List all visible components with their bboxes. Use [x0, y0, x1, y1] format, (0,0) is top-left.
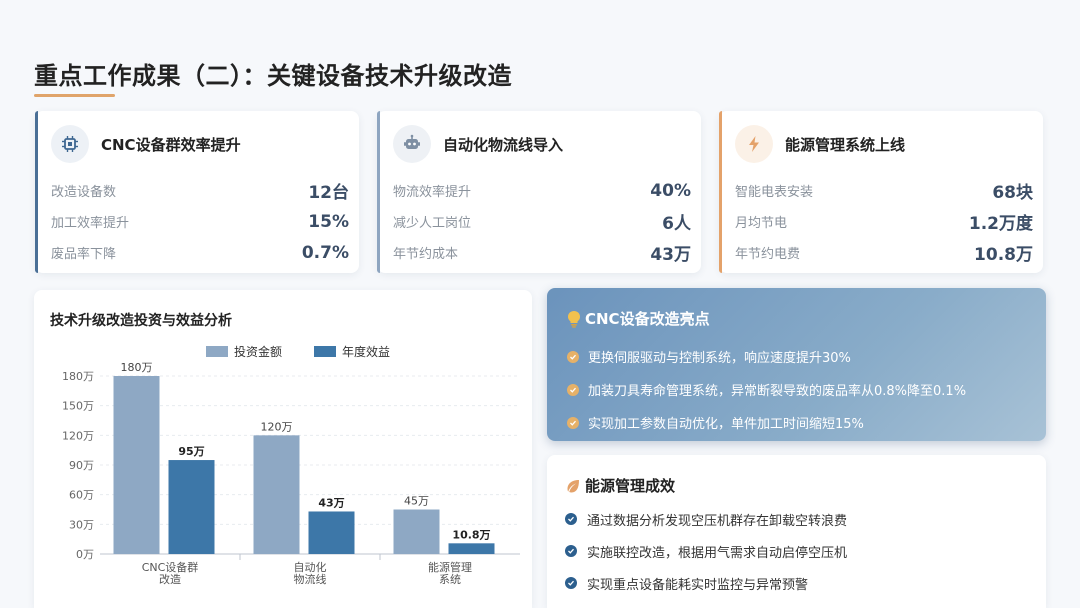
y-tick-label: 0万	[76, 548, 94, 561]
chart-card: 技术升级改造投资与效益分析 投资金额 年度效益 0万 30万 60万 90万 120万 150…	[34, 290, 532, 608]
robot-icon	[393, 125, 431, 163]
kpi-row: 废品率下降 0.7%	[51, 237, 349, 268]
kpi-label: 改造设备数	[51, 185, 117, 200]
legend-label: 年度效益	[342, 344, 390, 359]
list-item-text: 实现重点设备能耗实时监控与异常预警	[587, 577, 809, 593]
x-tick-label: 物流线	[294, 572, 327, 586]
list-item-text: 更换伺服驱动与控制系统，响应速度提升30%	[588, 351, 851, 366]
check-icon	[567, 416, 579, 429]
data-label: 180万	[121, 361, 153, 374]
bar	[168, 460, 215, 554]
bar	[253, 435, 300, 554]
list-item: 通过数据分析发现空压机群存在卸载空转浪费	[565, 503, 847, 535]
kpi-label: 物流效率提升	[393, 185, 472, 200]
legend-swatch	[314, 346, 336, 357]
kpi-title: CNC设备群效率提升	[101, 135, 241, 154]
y-tick-label: 180万	[62, 370, 94, 383]
list-item-text: 实施联控改造，根据用气需求自动启停空压机	[587, 545, 848, 561]
x-tick-label: 能源管理	[428, 560, 472, 574]
kpi-label: 加工效率提升	[51, 216, 130, 231]
kpi-value: 10.8万	[974, 245, 1033, 265]
lightning-icon	[735, 125, 773, 163]
leaf-icon	[565, 478, 581, 494]
list-item-text: 实现加工参数自动优化，单件加工时间缩短15%	[588, 417, 864, 432]
x-tick-label: 自动化	[294, 560, 327, 574]
kpi-row: 物流效率提升 40%	[393, 175, 691, 206]
kpi-title: 自动化物流线导入	[443, 135, 564, 154]
list-item: 实现加工参数自动优化，单件加工时间缩短15%	[567, 406, 966, 439]
page-title: 重点工作成果（二）：关键设备技术升级改造	[34, 62, 512, 90]
kpi-value: 12台	[308, 183, 349, 203]
kpi-label: 年节约成本	[393, 247, 459, 262]
data-label: 10.8万	[452, 528, 490, 541]
highlight-card: CNC设备改造亮点 更换伺服驱动与控制系统，响应速度提升30% 加装刀具寿命管理…	[547, 288, 1046, 441]
y-tick-label: 30万	[69, 518, 94, 531]
energy-card: 能源管理成效 通过数据分析发现空压机群存在卸载空转浪费 实施联控改造，根据用气需…	[547, 455, 1046, 608]
data-label: 45万	[404, 495, 429, 508]
kpi-label: 月均节电	[735, 216, 788, 231]
y-tick-label: 60万	[69, 489, 94, 502]
lightbulb-icon	[567, 310, 581, 328]
kpi-row: 年节约电费 10.8万	[735, 237, 1033, 268]
card-accent-bar	[377, 111, 380, 273]
list-item-text: 加装刀具寿命管理系统，异常断裂导致的废品率从0.8%降至0.1%	[588, 384, 967, 399]
kpi-value: 1.2万度	[968, 214, 1033, 234]
kpi-value: 68块	[992, 183, 1033, 203]
kpi-label: 减少人工岗位	[393, 216, 472, 231]
kpi-row: 月均节电 1.2万度	[735, 206, 1033, 237]
y-tick-label: 120万	[62, 429, 94, 442]
bar	[393, 509, 440, 554]
kpi-value: 0.7%	[301, 242, 349, 263]
legend-label: 投资金额	[234, 344, 282, 359]
check-icon	[565, 577, 577, 589]
kpi-value: 6人	[662, 214, 691, 234]
data-label: 95万	[178, 445, 204, 458]
kpi-label: 智能电表安装	[735, 185, 814, 200]
energy-title: 能源管理成效	[585, 477, 676, 495]
list-item: 更换伺服驱动与控制系统，响应速度提升30%	[567, 340, 966, 373]
kpi-card-energy: 能源管理系统上线 智能电表安装 68块 月均节电 1.2万度 年节约电费 10.…	[719, 111, 1043, 273]
check-icon	[565, 545, 577, 557]
kpi-value: 43万	[650, 245, 691, 265]
list-item: 加装刀具寿命管理系统，异常断裂导致的废品率从0.8%降至0.1%	[567, 373, 966, 406]
kpi-row: 加工效率提升 15%	[51, 206, 349, 237]
kpi-row: 减少人工岗位 6人	[393, 206, 691, 237]
data-label: 120万	[261, 420, 293, 433]
list-item-text: 通过数据分析发现空压机群存在卸载空转浪费	[587, 513, 848, 529]
kpi-value: 40%	[650, 180, 691, 201]
bar	[448, 543, 495, 554]
card-accent-bar	[719, 111, 722, 273]
kpi-label: 年节约电费	[735, 247, 801, 262]
bar-chart: 投资金额 年度效益 0万 30万 60万 90万 120万 150万 180万 180万 95万 CN…	[62, 344, 520, 586]
highlight-title: CNC设备改造亮点	[585, 310, 710, 328]
list-item: 实施联控改造，根据用气需求自动启停空压机	[565, 535, 847, 567]
x-tick-label: CNC设备群	[142, 560, 199, 574]
legend-swatch	[206, 346, 228, 357]
kpi-card-cnc: CNC设备群效率提升 改造设备数 12台 加工效率提升 15% 废品率下降 0.…	[35, 111, 359, 273]
list-item: 实现重点设备能耗实时监控与异常预警	[565, 567, 847, 599]
x-tick-label: 系统	[439, 573, 461, 586]
kpi-title: 能源管理系统上线	[785, 135, 906, 154]
chip-icon	[51, 125, 89, 163]
bar	[113, 376, 160, 554]
kpi-row: 年节约成本 43万	[393, 237, 691, 268]
card-accent-bar	[35, 111, 38, 273]
title-underline	[34, 94, 115, 97]
y-tick-label: 90万	[69, 459, 94, 472]
y-tick-label: 150万	[62, 400, 94, 413]
check-icon	[565, 513, 577, 525]
check-icon	[567, 350, 579, 363]
bar	[308, 511, 355, 554]
x-tick-label: 改造	[159, 572, 181, 586]
kpi-row: 智能电表安装 68块	[735, 175, 1033, 206]
kpi-value: 15%	[308, 211, 349, 232]
kpi-row: 改造设备数 12台	[51, 175, 349, 206]
kpi-label: 废品率下降	[51, 247, 117, 262]
kpi-card-logistics: 自动化物流线导入 物流效率提升 40% 减少人工岗位 6人 年节约成本 43万	[377, 111, 701, 273]
data-label: 43万	[318, 496, 344, 509]
check-icon	[567, 383, 579, 396]
